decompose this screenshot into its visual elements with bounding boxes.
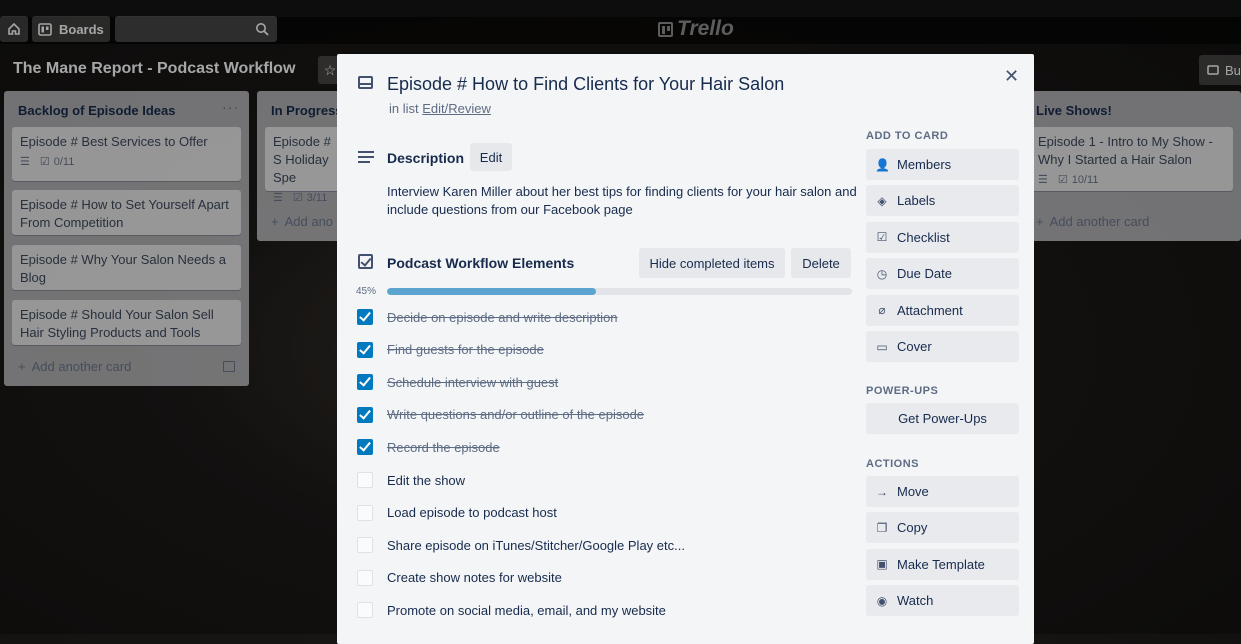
button-label: Watch — [897, 593, 934, 609]
checklist-progress-bar — [387, 288, 852, 295]
checklist-item[interactable]: Schedule interview with guest — [357, 370, 837, 394]
description-icon — [358, 151, 374, 166]
cover-button[interactable]: ▭ Cover — [866, 331, 1019, 362]
close-icon[interactable]: ✕ — [1004, 66, 1019, 87]
button-label: Members — [897, 157, 952, 172]
checklist-item-text[interactable]: Share episode on iTunes/Stitcher/Google … — [387, 538, 685, 553]
eye-icon: ◉ — [876, 593, 888, 608]
button-label: Move — [897, 484, 929, 499]
attachment-button[interactable]: ⌀ Attachment — [866, 294, 1019, 326]
progress-percent: 45% — [356, 286, 377, 297]
add-to-card-heading: ADD TO CARD — [866, 130, 949, 142]
checkbox-checked[interactable] — [357, 406, 373, 423]
edit-description-button[interactable]: Edit — [470, 143, 512, 171]
get-power-ups-button[interactable]: Get Power-Ups — [866, 403, 1019, 434]
template-icon: ▣ — [876, 557, 888, 572]
copy-icon: ❐ — [876, 520, 888, 535]
checklist-button[interactable]: ☑ Checklist — [866, 221, 1019, 253]
checklist-item-text[interactable]: Decide on episode and write description — [387, 310, 618, 325]
checklist-item-text[interactable]: Write questions and/or outline of the ep… — [387, 407, 644, 422]
checklist-item[interactable]: Record the episode — [357, 435, 837, 459]
checkbox-checked[interactable] — [357, 309, 373, 325]
checkbox-unchecked[interactable] — [357, 472, 373, 488]
button-label: Labels — [897, 193, 936, 209]
due-date-button[interactable]: ◷ Due Date — [866, 258, 1019, 290]
checklist-item[interactable]: Share episode on iTunes/Stitcher/Google … — [357, 533, 837, 557]
checkbox-checked[interactable] — [357, 341, 373, 358]
checkbox-unchecked[interactable] — [357, 569, 373, 586]
person-icon: 👤 — [875, 157, 890, 172]
watch-button[interactable]: ◉ Watch — [866, 585, 1019, 617]
button-label: Due Date — [897, 266, 952, 282]
arrow-right-icon: → — [876, 484, 888, 499]
card-detail-title[interactable]: Episode # How to Find Clients for Your H… — [387, 74, 784, 95]
button-label: Attachment — [897, 302, 963, 318]
description-text[interactable]: Interview Karen Miller about her best ti… — [387, 183, 857, 219]
power-ups-heading: POWER-UPS — [866, 385, 939, 397]
checklist-item[interactable]: Write questions and/or outline of the ep… — [357, 403, 837, 427]
checklist-item[interactable]: Decide on episode and write description — [357, 305, 837, 329]
progress-fill — [387, 288, 597, 295]
checklist-item-text[interactable]: Record the episode — [387, 440, 500, 455]
checklist-title[interactable]: Podcast Workflow Elements — [387, 255, 574, 271]
checkbox-unchecked[interactable] — [357, 537, 373, 554]
button-label: Make Template — [897, 556, 985, 572]
card-icon: ▭ — [876, 339, 888, 354]
in-list-prefix: in list — [389, 101, 419, 116]
checklist-item[interactable]: Promote on social media, email, and my w… — [357, 598, 837, 622]
members-button[interactable]: 👤 Members — [866, 149, 1019, 180]
button-label: Cover — [897, 339, 932, 354]
checklist-item-text[interactable]: Schedule interview with guest — [387, 375, 558, 390]
delete-checklist-button[interactable]: Delete — [791, 248, 851, 278]
checklist-item-text[interactable]: Load episode to podcast host — [387, 505, 557, 520]
checklist-item[interactable]: Load episode to podcast host — [357, 501, 837, 525]
checkbox-unchecked[interactable] — [357, 504, 373, 521]
checklist-item-text[interactable]: Create show notes for website — [387, 570, 562, 585]
checklist-item[interactable]: Find guests for the episode — [357, 338, 837, 362]
checklist-item[interactable]: Edit the show — [357, 468, 837, 492]
button-label: Checklist — [897, 229, 950, 245]
checklist-item[interactable]: Create show notes for website — [357, 566, 837, 590]
tag-icon: ◈ — [877, 193, 887, 208]
checklist-item-text[interactable]: Promote on social media, email, and my w… — [387, 603, 666, 618]
in-list-text: in list Edit/Review — [389, 101, 491, 116]
checkbox-unchecked[interactable] — [357, 602, 373, 619]
checkbox-checked[interactable] — [357, 374, 373, 391]
button-label: Copy — [897, 520, 928, 536]
move-button[interactable]: → Move — [866, 476, 1019, 507]
checklist-item-text[interactable]: Edit the show — [387, 473, 465, 488]
checkbox-icon: ☑ — [876, 230, 888, 245]
card-detail-modal: ✕ Episode # How to Find Clients for Your… — [337, 54, 1034, 644]
clock-icon: ◷ — [876, 266, 888, 281]
checklist-item-text[interactable]: Find guests for the episode — [387, 342, 544, 357]
paperclip-icon: ⌀ — [878, 303, 886, 318]
checklist-icon — [358, 254, 373, 269]
list-link[interactable]: Edit/Review — [422, 101, 491, 116]
checkbox-checked[interactable] — [357, 439, 373, 456]
make-template-button[interactable]: ▣ Make Template — [866, 548, 1019, 580]
card-icon — [358, 76, 373, 89]
copy-button[interactable]: ❐ Copy — [866, 512, 1019, 544]
description-title: Description — [387, 150, 465, 166]
labels-button[interactable]: ◈ Labels — [866, 185, 1019, 217]
hide-completed-button[interactable]: Hide completed items — [639, 248, 785, 278]
actions-heading: ACTIONS — [866, 458, 919, 470]
